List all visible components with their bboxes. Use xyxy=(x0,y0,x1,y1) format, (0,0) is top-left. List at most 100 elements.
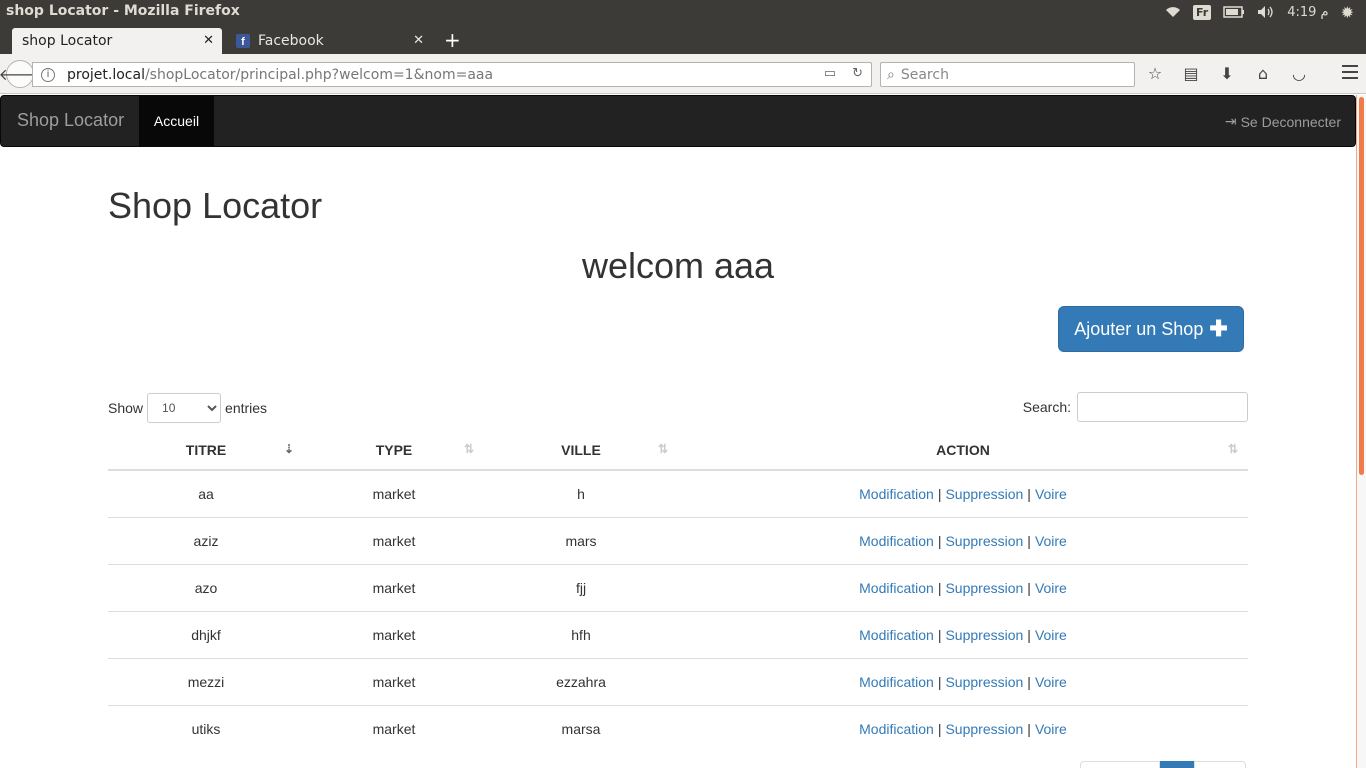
column-header-action[interactable]: ACTION ⇅ xyxy=(678,431,1248,471)
cell-actions: Modification | Suppression | Voire xyxy=(678,610,1248,658)
library-icon[interactable]: ▤ xyxy=(1181,64,1201,83)
action-separator: | xyxy=(1027,673,1031,690)
view-link[interactable]: Voire xyxy=(1035,627,1067,643)
cell-actions: Modification | Suppression | Voire xyxy=(678,704,1248,752)
view-link[interactable]: Voire xyxy=(1035,721,1067,737)
cell-type: market xyxy=(304,657,484,705)
column-header-type[interactable]: TYPE ⇅ xyxy=(304,431,484,471)
delete-link[interactable]: Suppression xyxy=(945,486,1023,502)
edit-link[interactable]: Modification xyxy=(859,486,934,502)
logout-label: Se Deconnecter xyxy=(1240,113,1341,130)
new-tab-button[interactable]: + xyxy=(444,28,461,52)
column-header-ville[interactable]: VILLE ⇅ xyxy=(484,431,678,471)
cell-type: market xyxy=(304,516,484,564)
table-header-row: TITRE ⇣ TYPE ⇅ VILLE ⇅ ACTION ⇅ xyxy=(108,431,1248,471)
edit-link[interactable]: Modification xyxy=(859,580,934,596)
show-label: Show xyxy=(108,400,144,416)
tab-facebook[interactable]: f Facebook ✕ xyxy=(226,28,432,54)
pagination-previous[interactable] xyxy=(1080,761,1160,768)
action-separator: | xyxy=(937,485,942,502)
column-label: TITRE xyxy=(185,442,227,458)
action-separator: | xyxy=(1027,626,1031,643)
pagination xyxy=(1080,761,1246,768)
download-icon[interactable]: ⬇ xyxy=(1217,64,1237,83)
reload-icon[interactable]: ↻ xyxy=(852,66,863,81)
action-separator: | xyxy=(1027,532,1031,549)
url-bar[interactable]: i projet.local/shopLocator/principal.php… xyxy=(32,62,872,87)
sort-icon: ⇅ xyxy=(657,442,668,456)
cell-ville: h xyxy=(577,485,585,502)
pagination-next[interactable] xyxy=(1194,761,1246,768)
reader-view-icon[interactable]: ▭ xyxy=(824,66,836,81)
welcome-heading: welcom aaa xyxy=(581,245,775,286)
delete-link[interactable]: Suppression xyxy=(945,721,1023,737)
system-tray: Fr 4:19 م ✹ xyxy=(1165,0,1366,24)
table-search-label: Search: xyxy=(1022,399,1071,415)
url-path: /shopLocator/principal.php?welcom=1&nom=… xyxy=(144,66,494,83)
browser-search-input[interactable]: ⌕ Search xyxy=(880,62,1135,87)
keyboard-layout[interactable]: Fr xyxy=(1192,4,1212,20)
browser-toolbar: 🡐 i projet.local/shopLocator/principal.p… xyxy=(0,54,1366,94)
volume-icon[interactable] xyxy=(1257,5,1275,19)
entries-length-control: Show 10 entries xyxy=(108,393,267,423)
cell-type: market xyxy=(304,610,484,658)
home-icon[interactable]: ⌂ xyxy=(1253,64,1273,83)
view-link[interactable]: Voire xyxy=(1035,580,1067,596)
cell-actions: Modification | Suppression | Voire xyxy=(678,516,1248,564)
cell-ville: marsa xyxy=(484,704,678,752)
action-separator: | xyxy=(1027,579,1031,596)
navbar-brand[interactable]: Shop Locator xyxy=(17,110,124,131)
add-shop-button[interactable]: Ajouter un Shop ✚ xyxy=(1058,306,1244,352)
cell-titre: mezzi xyxy=(108,657,304,705)
cell-ville: hfh xyxy=(484,610,678,658)
edit-link[interactable]: Modification xyxy=(859,533,934,549)
gear-icon[interactable]: ✹ xyxy=(1341,3,1354,22)
table-search-input[interactable] xyxy=(1077,392,1248,422)
close-icon[interactable]: ✕ xyxy=(203,33,214,48)
cell-titre: azo xyxy=(108,563,304,611)
battery-icon[interactable] xyxy=(1223,6,1245,18)
cell-type: market xyxy=(304,704,484,752)
table-row: mezzi market ezzahra Modification | Suppressi… xyxy=(108,657,1248,705)
pocket-icon[interactable]: ◡ xyxy=(1289,64,1309,83)
add-shop-label: Ajouter un Shop xyxy=(1074,318,1204,339)
column-label: VILLE xyxy=(561,442,601,458)
window-title: shop Locator - Mozilla Firefox xyxy=(6,3,240,19)
logout-link[interactable]: ⇥ Se Deconnecter xyxy=(1225,113,1341,130)
bookmark-star-icon[interactable]: ☆ xyxy=(1145,64,1165,83)
pagination-page-current[interactable] xyxy=(1160,761,1194,768)
delete-link[interactable]: Suppression xyxy=(945,580,1023,596)
log-in-icon: ⇥ xyxy=(1224,113,1237,129)
cell-titre: utiks xyxy=(108,704,304,752)
view-link[interactable]: Voire xyxy=(1035,674,1067,690)
column-header-titre[interactable]: TITRE ⇣ xyxy=(108,431,304,471)
cell-type: market xyxy=(372,485,416,502)
tab-label: shop Locator xyxy=(22,33,113,49)
tab-shop-locator[interactable]: shop Locator ✕ xyxy=(12,28,222,54)
edit-link[interactable]: Modification xyxy=(859,721,934,737)
view-link[interactable]: Voire xyxy=(1035,533,1067,549)
menu-icon[interactable] xyxy=(1342,65,1358,83)
close-icon[interactable]: ✕ xyxy=(413,33,424,48)
view-link[interactable]: Voire xyxy=(1035,486,1067,502)
page-title: Shop Locator xyxy=(108,185,323,226)
shops-table: TITRE ⇣ TYPE ⇅ VILLE ⇅ ACTION ⇅ aa market h Mod… xyxy=(108,431,1248,752)
wifi-icon[interactable] xyxy=(1165,6,1181,18)
back-button[interactable]: 🡐 xyxy=(0,60,41,88)
os-top-bar: shop Locator - Mozilla Firefox Fr 4:19 م… xyxy=(0,0,1366,24)
search-icon: ⌕ xyxy=(887,66,895,83)
info-icon[interactable]: i xyxy=(41,67,55,82)
page-scrollbar[interactable] xyxy=(1356,95,1366,768)
cell-type: market xyxy=(304,563,484,611)
delete-link[interactable]: Suppression xyxy=(945,674,1023,690)
delete-link[interactable]: Suppression xyxy=(945,627,1023,643)
edit-link[interactable]: Modification xyxy=(859,627,934,643)
action-separator: | xyxy=(1027,720,1031,737)
sort-icon: ⇅ xyxy=(463,442,474,456)
entries-select[interactable]: 10 xyxy=(147,393,222,423)
delete-link[interactable]: Suppression xyxy=(945,533,1023,549)
nav-item-accueil[interactable]: Accueil xyxy=(139,96,214,146)
scrollbar-thumb[interactable] xyxy=(1359,97,1364,475)
clock[interactable]: 4:19 م xyxy=(1287,5,1328,20)
edit-link[interactable]: Modification xyxy=(859,674,934,690)
